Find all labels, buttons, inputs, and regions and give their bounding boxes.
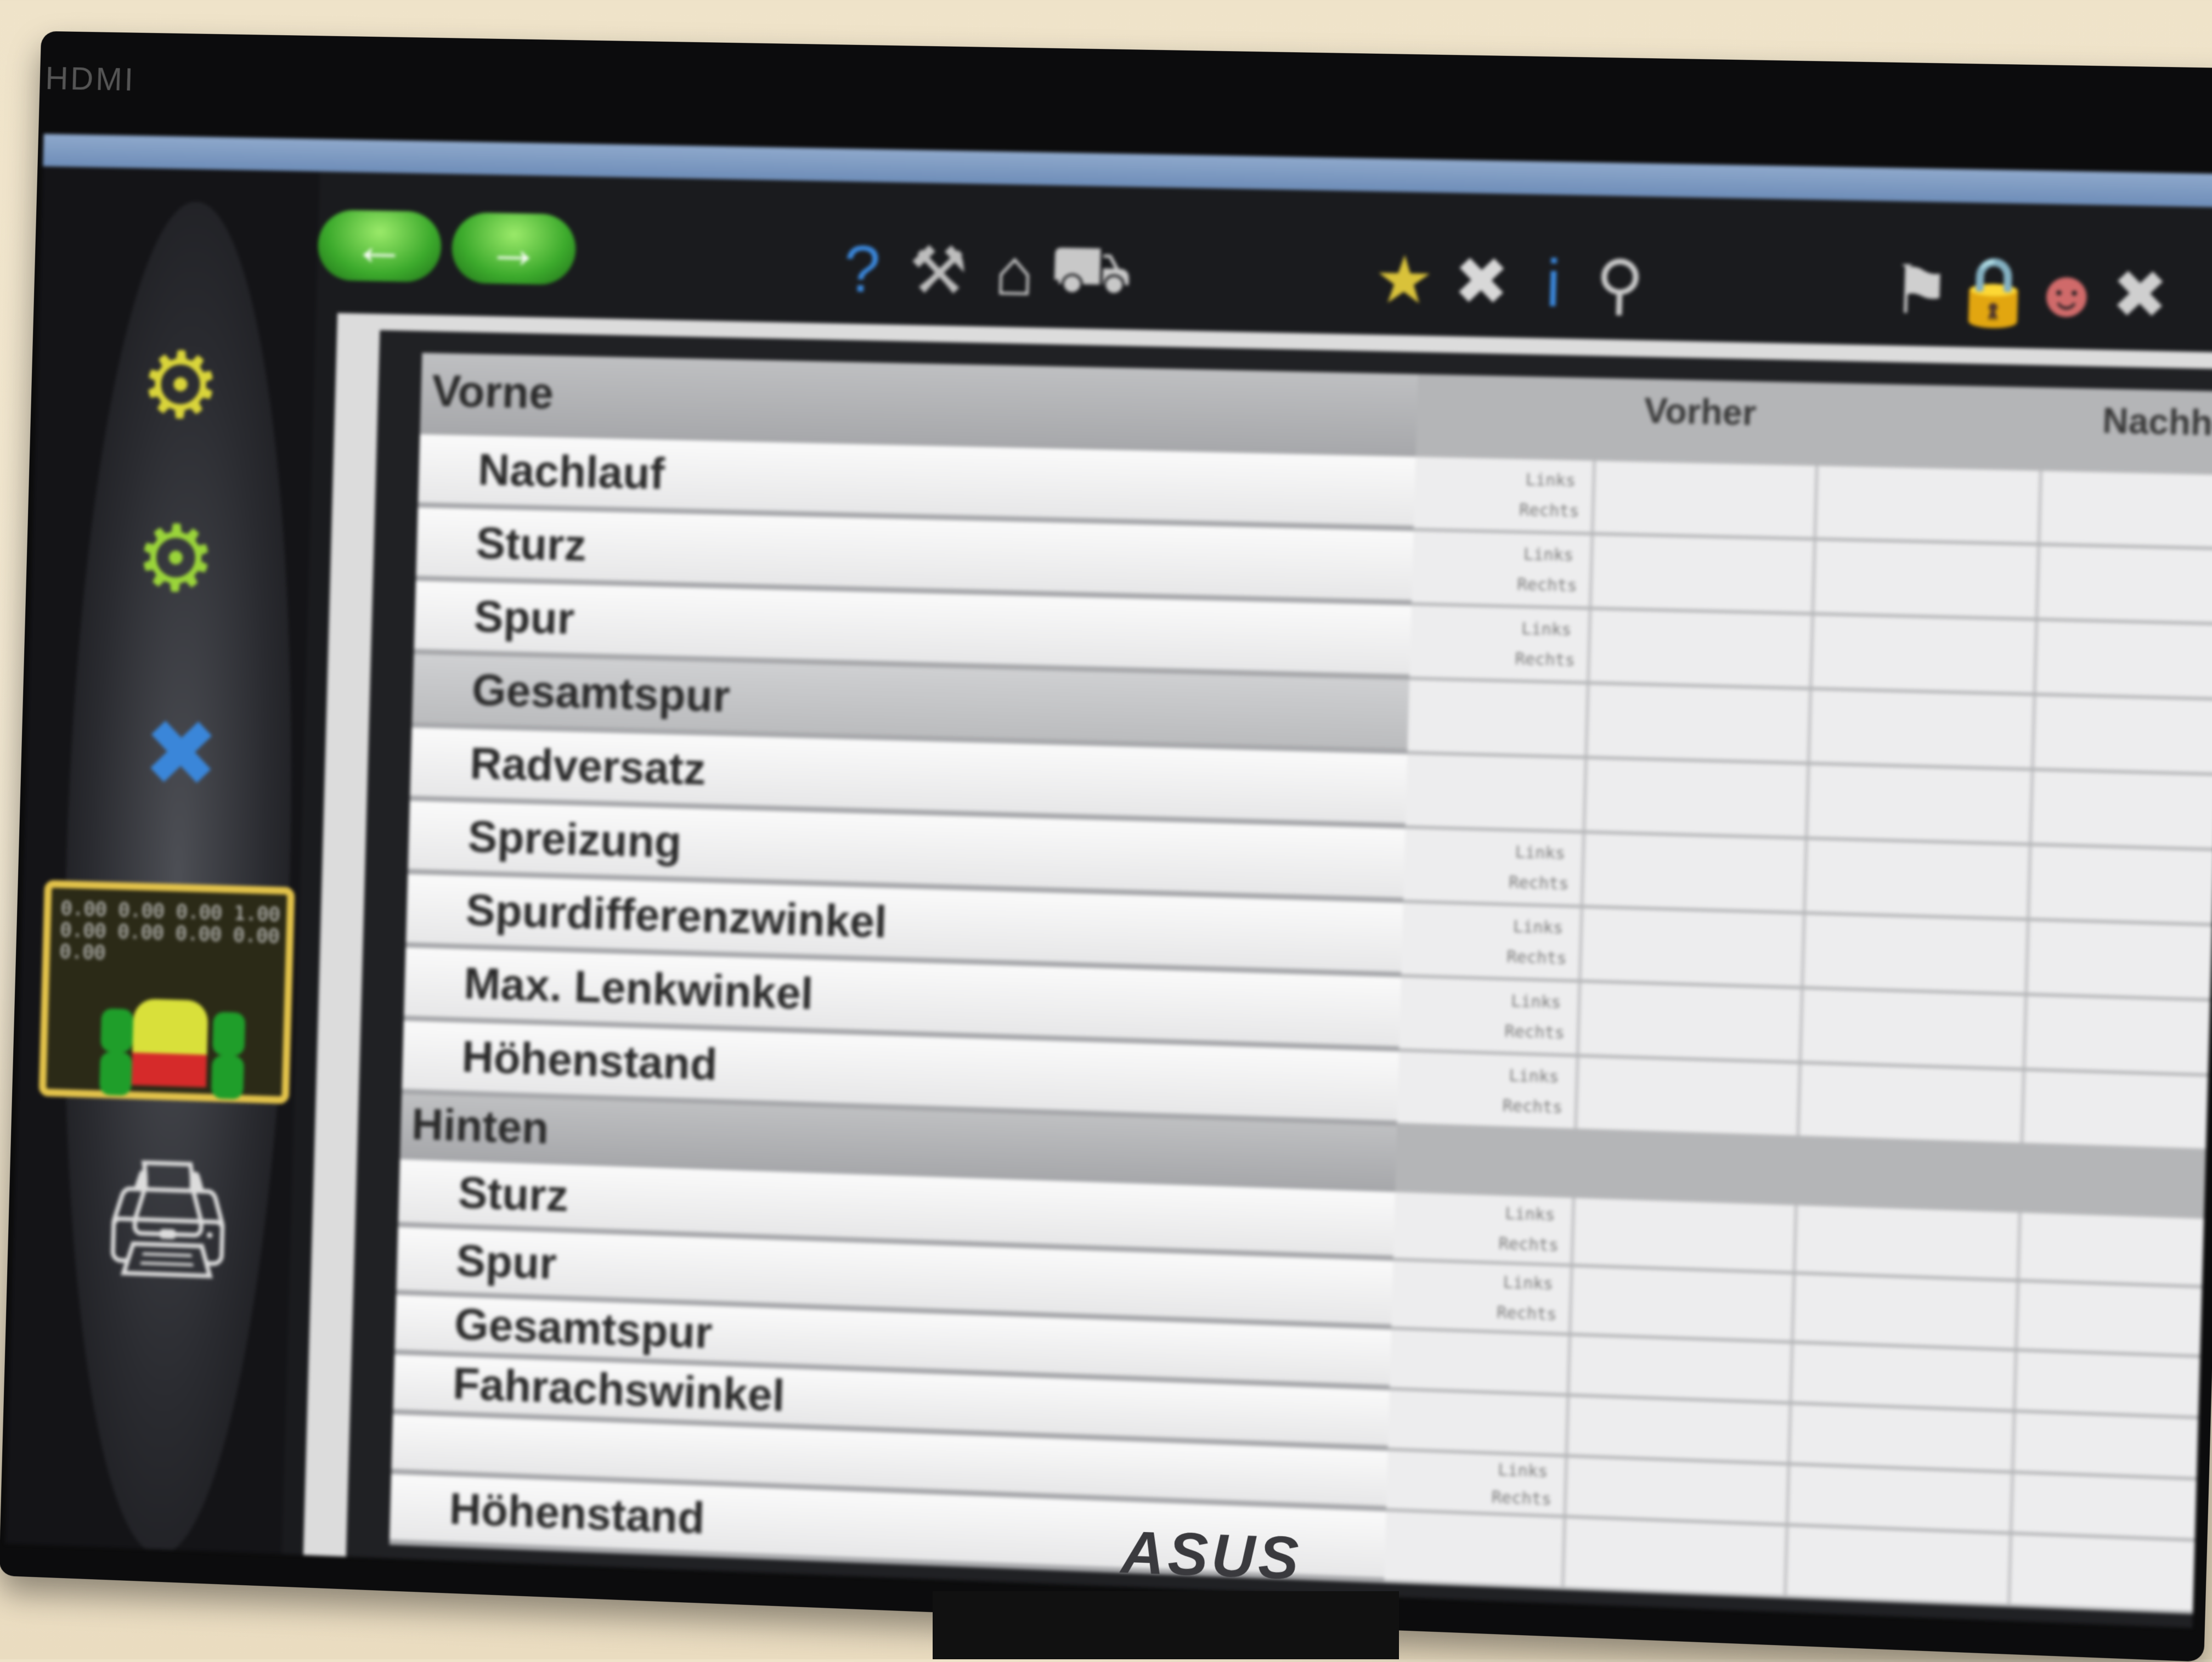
column-separator — [2012, 1351, 2018, 1410]
monitor: HDMI ⚙ ⚙ ✖ 0.00 0.00 0.00 1.00 0.00 0.00… — [0, 31, 2212, 1662]
side-label: Links — [1523, 544, 1574, 566]
wheel-rear-right — [211, 1055, 245, 1100]
home-icon[interactable]: ⌂ — [975, 233, 1054, 312]
results-panel: Vorne Vorher Nachher Nachlauf Links Rech… — [303, 313, 2212, 1629]
side-label: Rechts — [1516, 574, 1578, 596]
column-separator — [2030, 696, 2036, 768]
side-label: Rechts — [1504, 1022, 1565, 1043]
column-separator — [1811, 540, 1817, 612]
wheel-adjust-icon[interactable]: ⚙ — [105, 492, 247, 626]
side-label: Links — [1508, 1066, 1560, 1088]
settings-icon[interactable]: ✖ — [1442, 243, 1521, 322]
side-label: Links — [1515, 842, 1566, 864]
exit-icon[interactable]: ✖ — [2100, 255, 2181, 335]
car-icon[interactable]: ⛟ — [1049, 232, 1133, 313]
monitor-stand — [933, 1591, 1399, 1659]
column-separator — [1578, 908, 1584, 979]
column-separator — [2020, 1071, 2026, 1143]
side-label: Links — [1513, 917, 1564, 938]
monitor-brand-logo: ASUS — [1120, 1518, 1303, 1593]
column-separator — [1561, 1518, 1567, 1587]
forward-button[interactable]: → — [450, 212, 577, 285]
column-separator — [2009, 1473, 2015, 1532]
side-label: Rechts — [1502, 1096, 1563, 1118]
person-icon[interactable]: ☻ — [2026, 253, 2107, 333]
side-label: Links — [1503, 1272, 1554, 1294]
column-separator — [1580, 833, 1586, 905]
column-separator — [1573, 1057, 1579, 1129]
column-separator — [1813, 465, 1819, 538]
column-separator — [1570, 1198, 1576, 1264]
column-separator — [1783, 1526, 1789, 1596]
results-overview-icon[interactable]: 0.00 0.00 0.00 1.00 0.00 0.00 0.00 0.00 … — [38, 880, 295, 1105]
back-button[interactable]: ← — [317, 209, 442, 283]
side-label: Links — [1525, 470, 1576, 491]
axle-icon[interactable]: ✖ — [99, 665, 263, 843]
column-separator — [1807, 690, 1813, 762]
column-separator — [1790, 1274, 1796, 1341]
results-table: Vorne Vorher Nachher Nachlauf Links Rech… — [346, 330, 2212, 1629]
column-separator — [1563, 1457, 1568, 1515]
wheel-front-left — [100, 1008, 134, 1053]
column-separator — [2016, 1213, 2022, 1279]
column-separator — [2011, 1412, 2016, 1471]
column-separator — [2028, 771, 2034, 843]
column-separator — [1785, 1465, 1791, 1524]
column-separator — [1576, 982, 1582, 1054]
column-separator — [1792, 1205, 1798, 1271]
side-label: Links — [1510, 991, 1561, 1013]
side-label: Rechts — [1508, 872, 1570, 894]
wheel-rear-left — [99, 1051, 133, 1096]
side-label: Rechts — [1498, 1234, 1559, 1256]
side-label: Rechts — [1491, 1488, 1552, 1509]
column-separator — [1582, 759, 1588, 831]
printer-icon[interactable]: 🖨 — [81, 1135, 256, 1303]
column-separator — [2026, 846, 2032, 918]
column-separator — [2022, 996, 2028, 1068]
column-separator — [1566, 1336, 1572, 1394]
lock-icon[interactable]: 🔒 — [1951, 252, 2037, 332]
column-separator — [2024, 921, 2030, 993]
side-label: Rechts — [1519, 500, 1580, 521]
column-separator — [1804, 765, 1810, 837]
column-header-vorher: Vorher — [1643, 390, 1757, 433]
wheel-front-right — [212, 1011, 246, 1056]
column-separator — [1586, 610, 1592, 681]
side-label: Links — [1504, 1204, 1556, 1225]
vehicle-icon[interactable]: ★ — [1364, 241, 1444, 319]
column-separator — [1802, 840, 1808, 911]
side-label: Rechts — [1515, 649, 1576, 671]
column-separator — [1801, 914, 1806, 987]
column-separator — [2033, 621, 2039, 693]
help-icon[interactable]: ? — [823, 230, 901, 308]
zoom-icon[interactable]: ⚲ — [1580, 245, 1660, 324]
column-separator — [1590, 460, 1596, 532]
column-separator — [1796, 1064, 1802, 1136]
column-separator — [1584, 684, 1590, 756]
column-separator — [1588, 535, 1594, 607]
wheel-sensor-icon[interactable]: ⚙ — [110, 319, 252, 452]
screen: ⚙ ⚙ ✖ 0.00 0.00 0.00 1.00 0.00 0.00 0.00… — [5, 133, 2212, 1629]
column-separator — [2014, 1282, 2020, 1349]
tag-icon[interactable]: ⚑ — [1881, 251, 1961, 330]
tools-icon[interactable]: ⚒ — [899, 232, 978, 309]
sidebar: ⚙ ⚙ ✖ 0.00 0.00 0.00 1.00 0.00 0.00 0.00… — [5, 166, 320, 1559]
column-separator — [1798, 989, 1804, 1061]
column-separator — [2037, 471, 2043, 543]
column-separator — [1788, 1343, 1794, 1402]
column-header-nachher: Nachher — [2102, 400, 2212, 444]
car-base-shape — [131, 1052, 207, 1088]
overview-grid-text: 0.00 0.00 0.00 1.00 0.00 0.00 0.00 0.00 … — [59, 897, 281, 964]
column-separator — [1565, 1396, 1570, 1455]
side-label: Rechts — [1496, 1303, 1558, 1325]
side-label: Rechts — [1506, 947, 1567, 969]
column-separator — [1568, 1266, 1573, 1333]
column-separator — [2007, 1535, 2013, 1604]
column-separator — [1809, 615, 1815, 687]
hdmi-label: HDMI — [44, 60, 136, 98]
column-separator — [2035, 545, 2041, 618]
side-label: Links — [1521, 619, 1572, 640]
side-label: Links — [1497, 1460, 1548, 1482]
column-separator — [1787, 1404, 1792, 1463]
